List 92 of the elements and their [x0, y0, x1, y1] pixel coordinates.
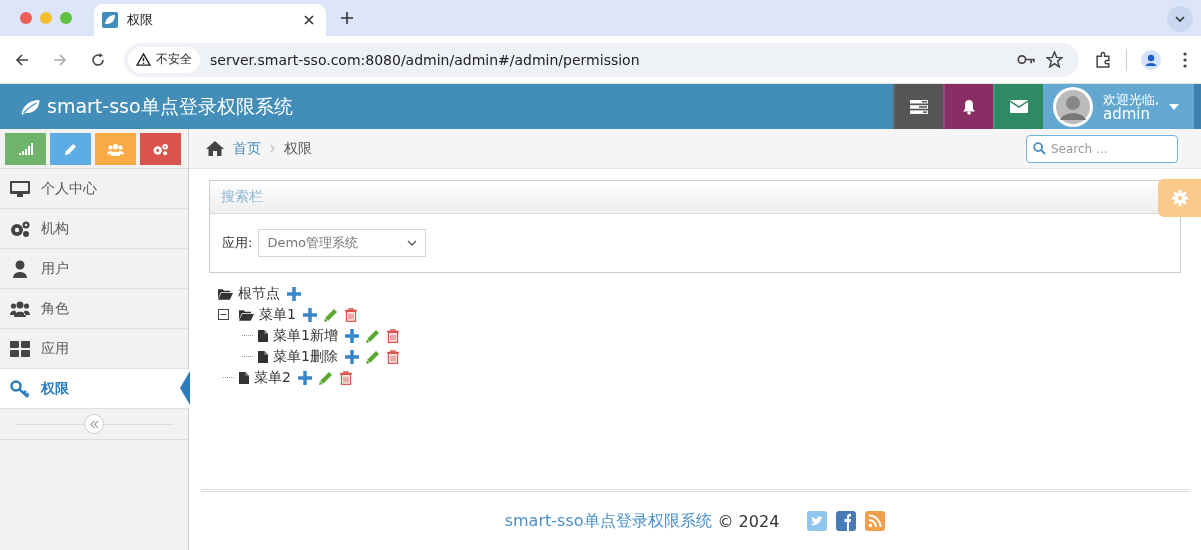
chevron-down-icon: [407, 240, 418, 246]
plus-icon[interactable]: [302, 307, 317, 322]
plus-icon[interactable]: [297, 370, 312, 385]
signal-shortcut-button[interactable]: [5, 133, 46, 165]
back-icon[interactable]: [14, 51, 30, 68]
tab-title: 权限: [127, 11, 153, 29]
user-name: admin: [1103, 106, 1150, 122]
minus-box-icon: [218, 309, 229, 320]
caret-icon: [1169, 103, 1180, 110]
list-icon: [910, 99, 928, 114]
key-icon: [10, 379, 30, 398]
collapse-button[interactable]: [84, 414, 104, 434]
users-shortcut-button[interactable]: [95, 133, 136, 165]
leaf-icon: [102, 12, 118, 28]
file-icon: [258, 350, 268, 363]
plus-icon[interactable]: [287, 286, 301, 301]
gears-icon: [152, 142, 169, 156]
users-icon: [107, 142, 124, 156]
search-field[interactable]: Search ...: [1026, 134, 1178, 163]
plus-icon[interactable]: [344, 349, 359, 364]
star-icon[interactable]: [1046, 51, 1063, 68]
warning-icon: [136, 53, 151, 66]
sidebar-item[interactable]: 机构: [0, 209, 188, 249]
security-chip[interactable]: 不安全: [128, 46, 200, 73]
gear-icon: [1171, 190, 1188, 206]
pencil-icon: [64, 142, 77, 156]
monitor-icon: [10, 180, 30, 197]
pencil-icon[interactable]: [365, 349, 380, 364]
more-icon[interactable]: [1183, 51, 1187, 68]
tree-node-label[interactable]: 菜单1: [259, 305, 296, 324]
plus-icon[interactable]: [344, 328, 359, 343]
tab-menu-button[interactable]: [1167, 6, 1193, 32]
close-icon[interactable]: [304, 15, 314, 25]
chevron-icon: [270, 144, 275, 153]
greeting-text: 欢迎光临,: [1103, 91, 1160, 107]
trash-icon[interactable]: [344, 307, 357, 322]
reload-icon[interactable]: [90, 51, 106, 68]
leaf-icon: [20, 98, 41, 115]
chevron-down-icon: [1175, 16, 1185, 22]
users-icon: [10, 300, 30, 317]
footer-brand[interactable]: smart-sso单点登录权限系统: [504, 510, 712, 532]
gears-icon: [10, 219, 30, 238]
url-text: server.smart-sso.com:8080/admin/admin#/admin/permission: [210, 51, 640, 68]
pencil-icon[interactable]: [323, 307, 338, 322]
rss-icon[interactable]: [865, 511, 886, 531]
app-select[interactable]: Demo管理系统: [258, 229, 427, 257]
profile-icon[interactable]: [1141, 49, 1161, 70]
home-icon: [206, 141, 224, 156]
address-bar[interactable]: 不安全 server.smart-sso.com:8080/admin/admin#/admin/permission: [124, 42, 1079, 77]
envelope-icon: [1010, 100, 1028, 113]
key-icon[interactable]: [1017, 54, 1036, 65]
collapse-toggle[interactable]: [218, 309, 229, 320]
trash-icon[interactable]: [386, 349, 399, 364]
file-icon: [258, 329, 268, 342]
folder-icon: [218, 287, 233, 300]
trash-icon[interactable]: [386, 328, 399, 343]
breadcrumb-current: 权限: [284, 139, 312, 158]
forward-icon[interactable]: [52, 51, 68, 68]
signal-icon: [18, 143, 33, 155]
plus-icon[interactable]: [341, 12, 353, 24]
browser-tab[interactable]: 权限: [94, 4, 326, 36]
sidebar-item[interactable]: 角色: [0, 289, 188, 329]
gears-shortcut-button[interactable]: [140, 133, 181, 165]
pencil-icon[interactable]: [365, 328, 380, 343]
panel-title: 搜索栏: [221, 188, 263, 206]
tree-node-label[interactable]: 菜单1删除: [273, 347, 338, 366]
app-title[interactable]: smart-sso单点登录权限系统: [47, 93, 293, 120]
notifications-button[interactable]: [943, 84, 993, 129]
active-pointer: [180, 371, 190, 405]
trash-icon[interactable]: [339, 370, 352, 385]
folder-icon: [239, 308, 254, 321]
tree-node-label[interactable]: 根节点: [238, 284, 280, 303]
copyright-text: © 2024: [717, 511, 780, 531]
sidebar-item[interactable]: 权限: [0, 369, 189, 409]
window-close-button[interactable]: [20, 12, 32, 24]
user-icon: [10, 259, 30, 278]
bell-icon: [961, 98, 977, 115]
file-icon: [239, 371, 249, 384]
tree-node-label[interactable]: 菜单1新增: [273, 326, 338, 345]
grid-icon: [10, 340, 30, 357]
tree-node-label[interactable]: 菜单2: [254, 368, 291, 387]
sidebar-item[interactable]: 个人中心: [0, 169, 188, 209]
pencil-icon[interactable]: [318, 370, 333, 385]
field-label: 应用:: [222, 234, 253, 252]
double-chevron-icon: [89, 419, 99, 429]
facebook-icon[interactable]: [836, 511, 857, 531]
tasks-button[interactable]: [893, 84, 943, 129]
puzzle-icon[interactable]: [1095, 51, 1112, 68]
sidebar-item[interactable]: 用户: [0, 249, 188, 289]
pencil-shortcut-button[interactable]: [50, 133, 91, 165]
avatar: [1053, 86, 1093, 127]
messages-button[interactable]: [993, 84, 1043, 129]
